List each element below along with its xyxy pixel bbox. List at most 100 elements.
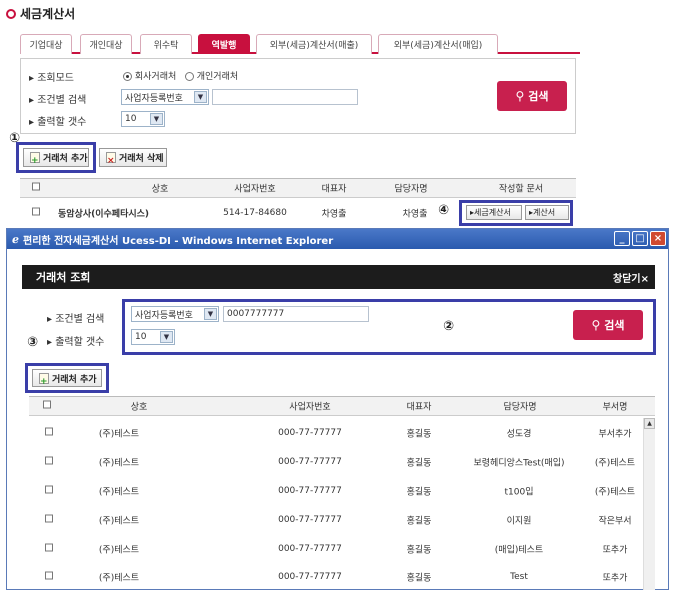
cell-name: (주)테스트	[98, 429, 140, 439]
popup-header-bizno: 사업자번호	[289, 402, 331, 413]
cell-bizno: 000-77-77777	[278, 514, 342, 525]
header-name: 상호	[151, 184, 169, 195]
tab-business[interactable]: 기업대상	[20, 34, 72, 54]
popup-count-label: ▸ 출력할 갯수	[47, 337, 105, 348]
search-button[interactable]: ⚲ 검색	[497, 81, 567, 111]
cell-bizno: 000-77-77777	[278, 485, 342, 496]
add-partner-button[interactable]: 거래처 추가	[23, 148, 89, 167]
row-checkbox[interactable]	[45, 543, 53, 551]
table-row[interactable]: (주)테스트 000-77-77777 홍길동 성도경 부서추가	[29, 418, 643, 447]
popup-search-button[interactable]: ⚲ 검색	[573, 310, 643, 340]
header-manager: 담당자명	[394, 184, 428, 195]
close-popup-link[interactable]: 창닫기×	[613, 270, 649, 285]
cell-bizno: 000-77-77777	[278, 427, 342, 438]
row-checkbox[interactable]	[45, 571, 53, 579]
cell-dept: (주)테스트	[594, 458, 636, 468]
table-row[interactable]: (주)테스트 000-77-77777 홍길동 보령헤디앙스Test(매입) (…	[29, 447, 643, 476]
cell-name: (주)테스트	[98, 573, 140, 583]
callout-4: ④	[438, 203, 450, 218]
popup-header-manager: 담당자명	[503, 402, 537, 413]
callout-2: ②	[443, 319, 455, 334]
condition-input[interactable]	[212, 89, 358, 105]
close-window-button[interactable]: ×	[650, 231, 666, 246]
tab-bar: 기업대상 개인대상 위수탁 역발행 외부(세금)계산서(매출) 외부(세금)계산…	[20, 34, 580, 54]
callout-3: ③	[27, 335, 39, 350]
condition-select[interactable]: 사업자등록번호 ▼	[121, 89, 209, 105]
count-select[interactable]: 10 ▼	[121, 111, 165, 127]
header-docs: 작성할 문서	[498, 184, 544, 195]
tab-consignment[interactable]: 위수탁	[140, 34, 192, 54]
table-row[interactable]: (주)테스트 000-77-77777 홍길동 (매입)테스트 또추가	[29, 534, 643, 563]
cell-name: 동암상사(이수페타시스)	[58, 209, 150, 220]
invoice-button[interactable]: ▸계산서	[525, 205, 569, 220]
tab-reverse-issue[interactable]: 역발행	[198, 34, 250, 54]
delete-partner-button[interactable]: 거래처 삭제	[99, 148, 167, 167]
popup-header: 거래처 조회 창닫기×	[22, 265, 655, 289]
chevron-down-icon: ▼	[150, 113, 163, 125]
cell-manager: t100입	[504, 487, 534, 497]
chevron-down-icon: ▼	[204, 308, 217, 320]
popup-condition-select[interactable]: 사업자등록번호 ▼	[131, 306, 219, 322]
page-title: 세금계산서	[6, 5, 75, 22]
count-label: ▸ 출력할 갯수	[29, 117, 87, 128]
cell-name: (주)테스트	[98, 487, 140, 497]
popup-count-select[interactable]: 10 ▼	[131, 329, 175, 345]
row-checkbox[interactable]	[45, 485, 53, 493]
cell-rep: 홍길동	[406, 516, 432, 526]
cell-manager: 보령헤디앙스Test(매입)	[473, 458, 565, 468]
cell-manager: (매입)테스트	[494, 545, 544, 555]
cell-dept: 작은부서	[598, 516, 632, 526]
popup-condition-input[interactable]: 0007777777	[223, 306, 369, 322]
header-bizno: 사업자번호	[234, 184, 276, 195]
cell-bizno: 514-17-84680	[223, 208, 287, 218]
main-table-header: 상호 사업자번호 대표자 담당자명 작성할 문서	[20, 178, 576, 198]
cell-dept: (주)테스트	[594, 487, 636, 497]
cell-rep: 홍길동	[406, 545, 432, 555]
cell-manager: 성도경	[506, 429, 532, 439]
scroll-up-arrow[interactable]: ▲	[644, 418, 655, 429]
table-row[interactable]: (주)테스트 000-77-77777 홍길동 이지원 작은부서	[29, 505, 643, 534]
radio-company[interactable]	[123, 72, 132, 81]
select-all-checkbox[interactable]	[32, 182, 40, 191]
tab-personal[interactable]: 개인대상	[80, 34, 132, 54]
radio-personal[interactable]	[184, 72, 194, 81]
cell-rep: 차영출	[321, 209, 347, 220]
cell-rep: 홍길동	[406, 429, 432, 439]
circle-icon	[6, 8, 16, 19]
cell-rep: 홍길동	[406, 487, 432, 497]
tax-invoice-button[interactable]: ▸세금계산서	[466, 205, 522, 220]
condition-label: ▸ 조건별 검색	[29, 95, 87, 106]
maximize-button[interactable]: □	[632, 231, 648, 246]
popup-header-rep: 대표자	[406, 402, 432, 413]
add-document-icon	[30, 152, 40, 166]
tab-external-sales[interactable]: 외부(세금)계산서(매출)	[256, 34, 372, 54]
chevron-down-icon: ▼	[160, 331, 173, 343]
row-checkbox[interactable]	[45, 514, 53, 522]
header-rep: 대표자	[321, 184, 347, 195]
cell-dept: 부서추가	[598, 429, 632, 439]
delete-document-icon	[106, 152, 116, 166]
mode-label: ▸ 조회모드	[29, 73, 74, 84]
popup-condition-label: ▸ 조건별 검색	[47, 314, 105, 325]
search-panel: ▸ 조회모드 회사거래처 개인거래처 ▸ 조건별 검색 사업자등록번호 ▼ ▸ …	[20, 58, 576, 134]
popup-add-partner-button[interactable]: 거래처 추가	[32, 369, 102, 387]
popup-select-all-checkbox[interactable]	[43, 400, 51, 409]
popup-header-dept: 부서명	[602, 402, 628, 413]
row-checkbox[interactable]	[32, 207, 40, 216]
cell-manager: 차영출	[402, 209, 428, 220]
row-checkbox[interactable]	[45, 456, 53, 464]
cell-bizno: 000-77-77777	[278, 456, 342, 467]
cell-manager: Test	[510, 571, 528, 582]
popup-table-header: 상호 사업자번호 대표자 담당자명 부서명	[29, 396, 655, 416]
popup-titlebar: ℯ 편리한 전자세금계산서 Ucess-DI - Windows Interne…	[7, 229, 668, 249]
tab-external-purchase[interactable]: 외부(세금)계산서(매입)	[378, 34, 498, 54]
minimize-button[interactable]: _	[614, 231, 630, 246]
row-checkbox[interactable]	[45, 427, 53, 435]
cell-name: (주)테스트	[98, 458, 140, 468]
table-scrollbar[interactable]: ▲	[643, 418, 655, 590]
table-row[interactable]: (주)테스트 000-77-77777 홍길동 t100입 (주)테스트	[29, 476, 643, 505]
cell-rep: 홍길동	[406, 573, 432, 583]
cell-rep: 홍길동	[406, 458, 432, 468]
cell-dept: 또추가	[602, 573, 628, 583]
table-row[interactable]: (주)테스트 000-77-77777 홍길동 Test 또추가	[29, 563, 643, 590]
